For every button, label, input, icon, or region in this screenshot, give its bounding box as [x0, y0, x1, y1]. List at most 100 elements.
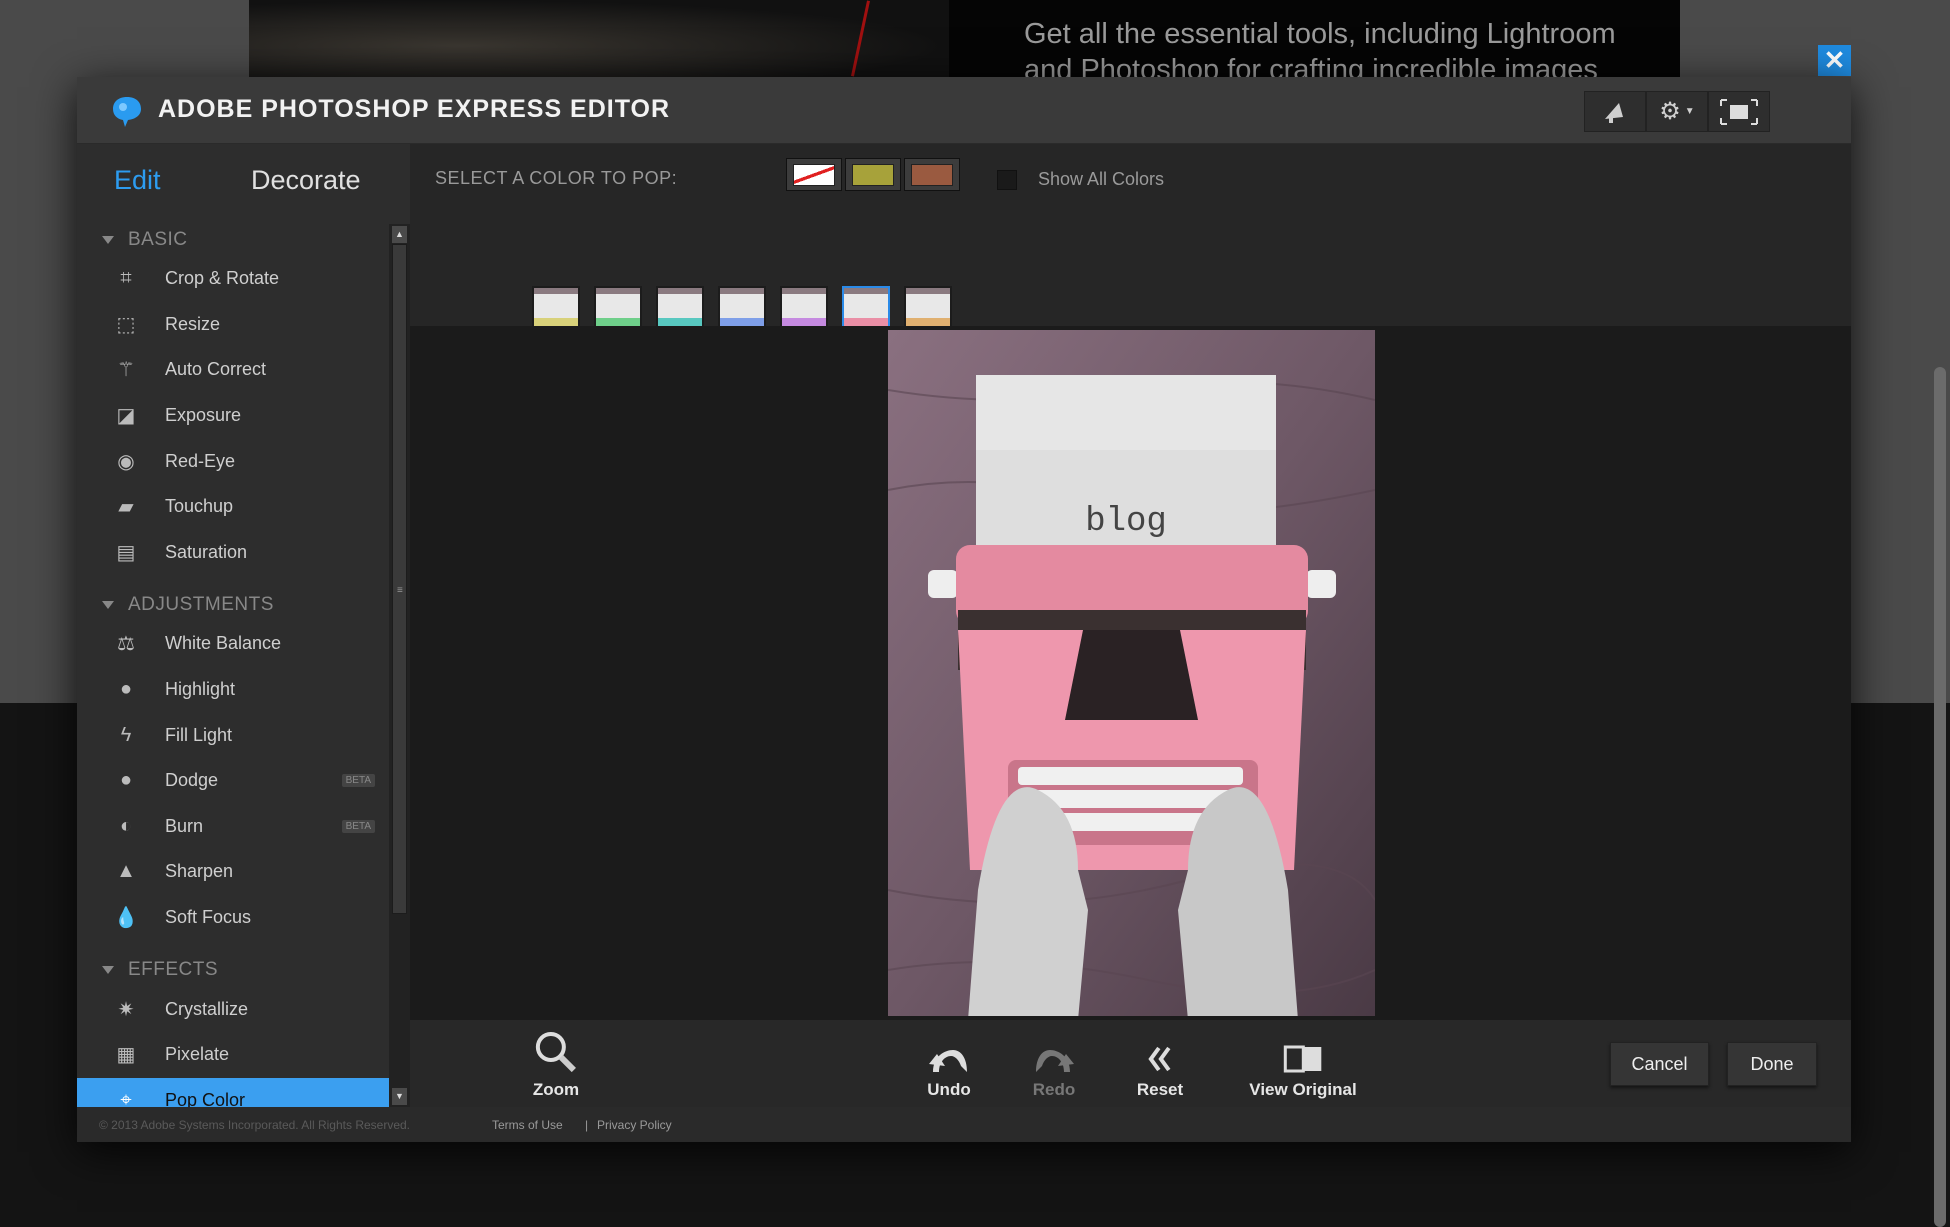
cancel-button[interactable]: Cancel [1610, 1042, 1709, 1086]
terms-link[interactable]: Terms of Use [492, 1118, 563, 1132]
bulb-icon: ● [119, 678, 133, 701]
tool-label: Fill Light [165, 724, 233, 745]
gear-icon: ⚙ [1659, 98, 1681, 125]
announcements-button[interactable] [1584, 91, 1646, 132]
tool-label: Touchup [165, 496, 234, 517]
scale-icon: ⚖ [117, 633, 135, 656]
tool-label: Resize [165, 313, 221, 334]
tool-item-saturation[interactable]: ▤ Saturation [77, 530, 389, 576]
beta-badge: BETA [341, 819, 375, 833]
collapse-triangle-icon [102, 601, 114, 610]
tool-label: Auto Correct [165, 359, 267, 380]
select-color-label: SELECT A COLOR TO POP: [435, 168, 678, 188]
footer-separator: | [585, 1118, 589, 1132]
settings-button[interactable]: ⚙ ▼ [1646, 91, 1708, 132]
tab-edit[interactable]: Edit [114, 165, 161, 196]
photo-text: blog [1085, 503, 1167, 541]
tool-item-crystallize[interactable]: ✷ Crystallize [77, 986, 389, 1032]
scroll-up-arrow-icon[interactable]: ▲ [392, 226, 407, 243]
beta-badge: BETA [341, 774, 375, 788]
swatch-olive[interactable] [845, 158, 901, 191]
page-scrollbar[interactable] [1934, 367, 1946, 1227]
bandage-icon: ▰ [118, 496, 134, 519]
tool-item-burn[interactable]: ◐ Burn BETA [77, 804, 389, 850]
undo-button[interactable]: Undo [927, 1030, 971, 1100]
tool-label: Red-Eye [165, 450, 236, 471]
swatch-none[interactable] [786, 158, 842, 191]
view-original-button[interactable]: View Original [1249, 1030, 1357, 1100]
chevron-down-icon: ▼ [1684, 106, 1695, 117]
burn-icon: ◐ [119, 814, 133, 837]
undo-icon [929, 1050, 967, 1072]
exposure-icon: ◪ [116, 405, 136, 428]
tool-item-crop-rotate[interactable]: ⌗ Crop & Rotate [77, 256, 389, 302]
tool-item-pixelate[interactable]: ▦ Pixelate [77, 1032, 389, 1078]
privacy-link[interactable]: Privacy Policy [597, 1118, 672, 1132]
crop-icon: ⌗ [120, 267, 132, 290]
tool-item-red-eye[interactable]: ◉ Red-Eye [77, 438, 389, 484]
close-icon: ✕ [1823, 45, 1846, 75]
scroll-thumb[interactable]: ≡ [392, 244, 407, 914]
collapse-triangle-icon [102, 236, 114, 244]
magnifier-icon [536, 1032, 577, 1073]
swatch-brown[interactable] [904, 158, 960, 191]
redo-label: Redo [1032, 1080, 1076, 1099]
fullscreen-button[interactable] [1708, 91, 1770, 132]
show-all-colors-label: Show All Colors [1038, 169, 1165, 189]
editor-header: ADOBE PHOTOSHOP EXPRESS EDITOR ⚙ ▼ [77, 77, 1851, 144]
tool-label: White Balance [165, 633, 282, 654]
tool-item-exposure[interactable]: ◪ Exposure [77, 393, 389, 439]
section-header-effects[interactable]: EFFECTS [77, 954, 389, 986]
tool-label: Pop Color [165, 1089, 246, 1107]
tool-item-highlight[interactable]: ● Highlight [77, 667, 389, 713]
section-title: ADJUSTMENTS [128, 594, 274, 616]
reset-icon [1148, 1046, 1171, 1072]
image-canvas: blog [410, 326, 1851, 1020]
show-all-colors-checkbox[interactable] [997, 170, 1017, 190]
tool-item-touchup[interactable]: ▰ Touchup [77, 484, 389, 530]
color-swatches [786, 158, 960, 191]
redo-button[interactable]: Redo [1032, 1030, 1076, 1100]
tool-item-auto-correct[interactable]: ⚚ Auto Correct [77, 347, 389, 393]
tool-item-pop-color[interactable]: ⌖ Pop Color [77, 1077, 389, 1107]
fullscreen-icon [1720, 98, 1758, 125]
tool-item-sharpen[interactable]: ▲ Sharpen [77, 849, 389, 895]
tool-item-soft-focus[interactable]: 💧 Soft Focus [77, 895, 389, 941]
tool-list: BASIC ⌗ Crop & Rotate ⬚ Resize ⚚ Auto Correct ◪… [77, 224, 389, 1107]
tool-label: Saturation [165, 541, 248, 562]
tool-label: Soft Focus [165, 907, 252, 928]
zoom-button[interactable]: Zoom [533, 1030, 579, 1100]
section-title: BASIC [128, 229, 188, 250]
app-title: ADOBE PHOTOSHOP EXPRESS EDITOR [158, 95, 671, 123]
banner-image [249, 0, 949, 77]
megaphone-icon [1605, 102, 1623, 123]
done-button[interactable]: Done [1727, 1042, 1817, 1086]
section-header-basic[interactable]: BASIC [77, 224, 389, 256]
tab-decorate[interactable]: Decorate [251, 165, 361, 196]
tool-item-dodge[interactable]: ● Dodge BETA [77, 758, 389, 804]
view-original-label: View Original [1249, 1080, 1357, 1099]
tool-list-scrollbar[interactable]: ▲ ≡ ▼ [389, 224, 410, 1107]
bottom-toolbar: Zoom Undo Redo Reset View Original Cance… [410, 1020, 1851, 1107]
crystallize-icon: ✷ [117, 998, 135, 1021]
photoshop-express-logo-icon [113, 97, 141, 127]
eye-icon: ◉ [117, 450, 135, 473]
reset-label: Reset [1136, 1080, 1184, 1099]
promo-banner: Get all the essential tools, including L… [249, 0, 1680, 77]
redo-icon [1036, 1050, 1074, 1072]
scroll-down-arrow-icon[interactable]: ▼ [392, 1088, 407, 1105]
drop-icon: 💧 [113, 907, 139, 930]
close-button[interactable]: ✕ [1818, 45, 1851, 76]
tool-label: Crop & Rotate [165, 268, 280, 289]
section-header-adjustments[interactable]: ADJUSTMENTS [77, 589, 389, 621]
tool-label: Sharpen [165, 861, 234, 882]
sharpen-icon: ▲ [116, 860, 136, 883]
saturation-icon: ▤ [116, 541, 136, 564]
reset-button[interactable]: Reset [1137, 1030, 1183, 1100]
lightning-icon: ϟ [120, 723, 132, 746]
tool-item-resize[interactable]: ⬚ Resize [77, 302, 389, 348]
tool-label: Burn [165, 815, 204, 836]
tool-label: Dodge [165, 770, 219, 791]
tool-item-fill-light[interactable]: ϟ Fill Light [77, 712, 389, 758]
tool-item-white-balance[interactable]: ⚖ White Balance [77, 621, 389, 667]
